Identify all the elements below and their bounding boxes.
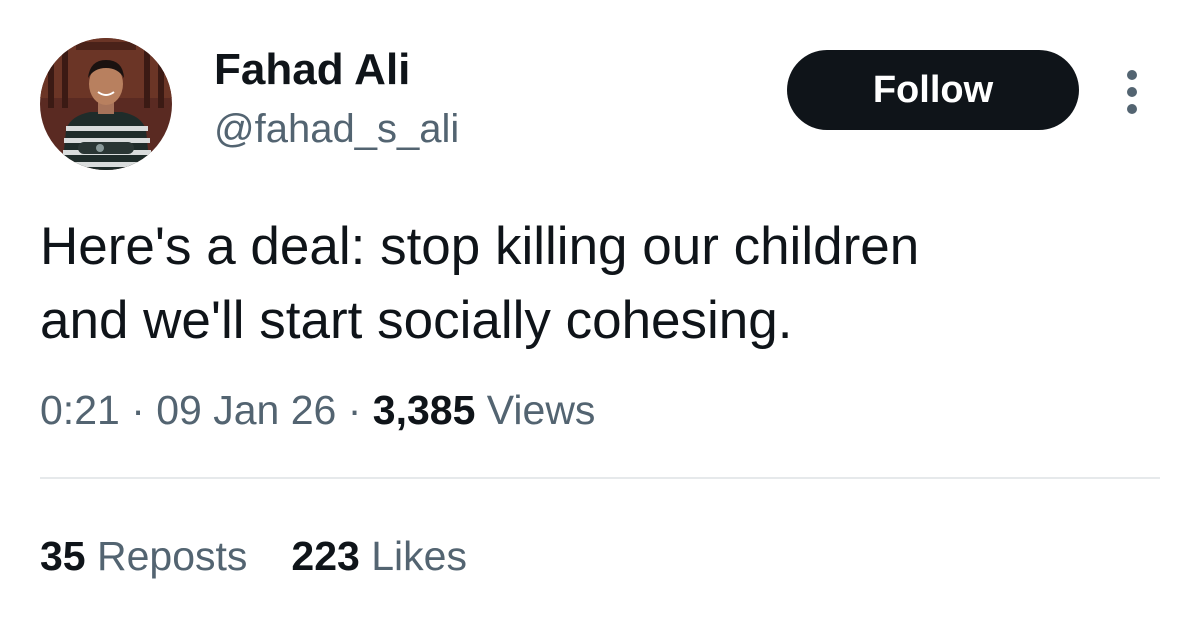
views-label: Views — [475, 387, 596, 433]
tweet-text-line: Here's a deal: stop killing our children — [40, 217, 920, 276]
profile-photo — [40, 38, 172, 170]
likes-link[interactable]: 223 Likes — [291, 533, 467, 579]
tweet-time[interactable]: 0:21 — [40, 387, 120, 433]
avatar[interactable] — [40, 38, 172, 170]
tweet-text-line: and we'll start socially cohesing. — [40, 291, 793, 350]
likes-count: 223 — [291, 533, 360, 579]
dot — [1127, 87, 1137, 97]
reposts-count: 35 — [40, 533, 86, 579]
separator: · — [336, 387, 373, 433]
divider — [40, 477, 1160, 479]
separator: · — [119, 387, 157, 433]
user-handle[interactable]: @fahad_s_ali — [214, 103, 459, 155]
dot — [1127, 104, 1137, 114]
tweet-text: Here's a deal: stop killing our children… — [40, 210, 1140, 358]
views-count: 3,385 — [372, 387, 476, 433]
follow-button[interactable]: Follow — [787, 50, 1079, 130]
dot — [1127, 70, 1137, 80]
tweet-meta: 0:21 · 09 Jan 26 · 3,385 Views — [40, 384, 595, 436]
tweet-stats: 35 Reposts 223 Likes — [40, 530, 467, 582]
tweet-date[interactable]: 09 Jan 26 — [156, 387, 336, 433]
reposts-label: Reposts — [85, 533, 248, 579]
reposts-link[interactable]: 35 Reposts — [40, 533, 247, 579]
more-vertical-icon[interactable] — [1115, 68, 1149, 116]
display-name[interactable]: Fahad Ali — [214, 42, 410, 98]
likes-label: Likes — [359, 533, 467, 579]
